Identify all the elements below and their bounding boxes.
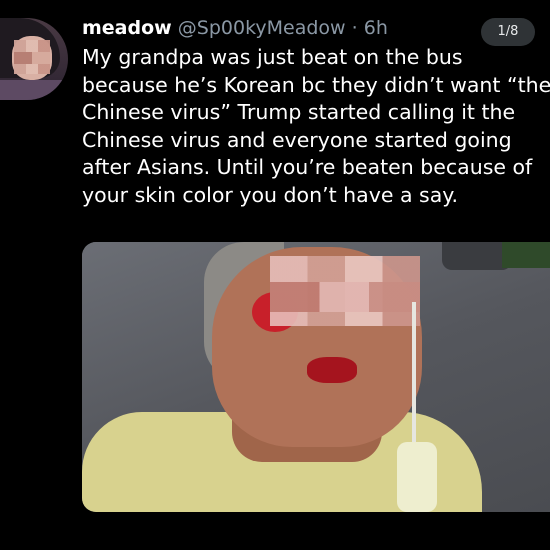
photo-pixelation-lower bbox=[270, 282, 420, 312]
tweet-text-line: your skin color you don’t have a say. bbox=[82, 182, 459, 207]
tweet-text-line: after Asians. Until you’re beaten becaus… bbox=[82, 155, 533, 179]
user-handle[interactable]: @Sp00kyMeadow bbox=[178, 17, 346, 39]
photo-face-mask bbox=[397, 442, 437, 512]
display-name[interactable]: meadow bbox=[82, 17, 172, 39]
avatar-pixelation-lower bbox=[14, 52, 50, 64]
tweet-photo[interactable] bbox=[82, 242, 550, 512]
photo-bush bbox=[502, 242, 550, 268]
tweet-text-line: Chinese virus” Trump started calling it … bbox=[82, 100, 516, 124]
tweet-text-line: because he’s Korean bc they didn’t want … bbox=[82, 72, 550, 97]
avatar[interactable] bbox=[0, 18, 68, 100]
thread-counter-badge: 1/8 bbox=[481, 18, 535, 46]
tweet-text-line: My grandpa was just beat on the bus bbox=[82, 45, 463, 69]
avatar-shirt bbox=[0, 80, 68, 100]
photo-injury-lip bbox=[307, 357, 357, 383]
tweet-text-line: Chinese virus and everyone started going bbox=[82, 127, 512, 152]
photo-mask-strap bbox=[412, 302, 416, 462]
timestamp[interactable]: 6h bbox=[364, 17, 388, 39]
separator-dot: · bbox=[351, 17, 358, 39]
tweet-text: My grandpa was just beat on the bus beca… bbox=[82, 44, 550, 209]
tweet-header: meadow @Sp00kyMeadow · 6h bbox=[82, 14, 388, 42]
